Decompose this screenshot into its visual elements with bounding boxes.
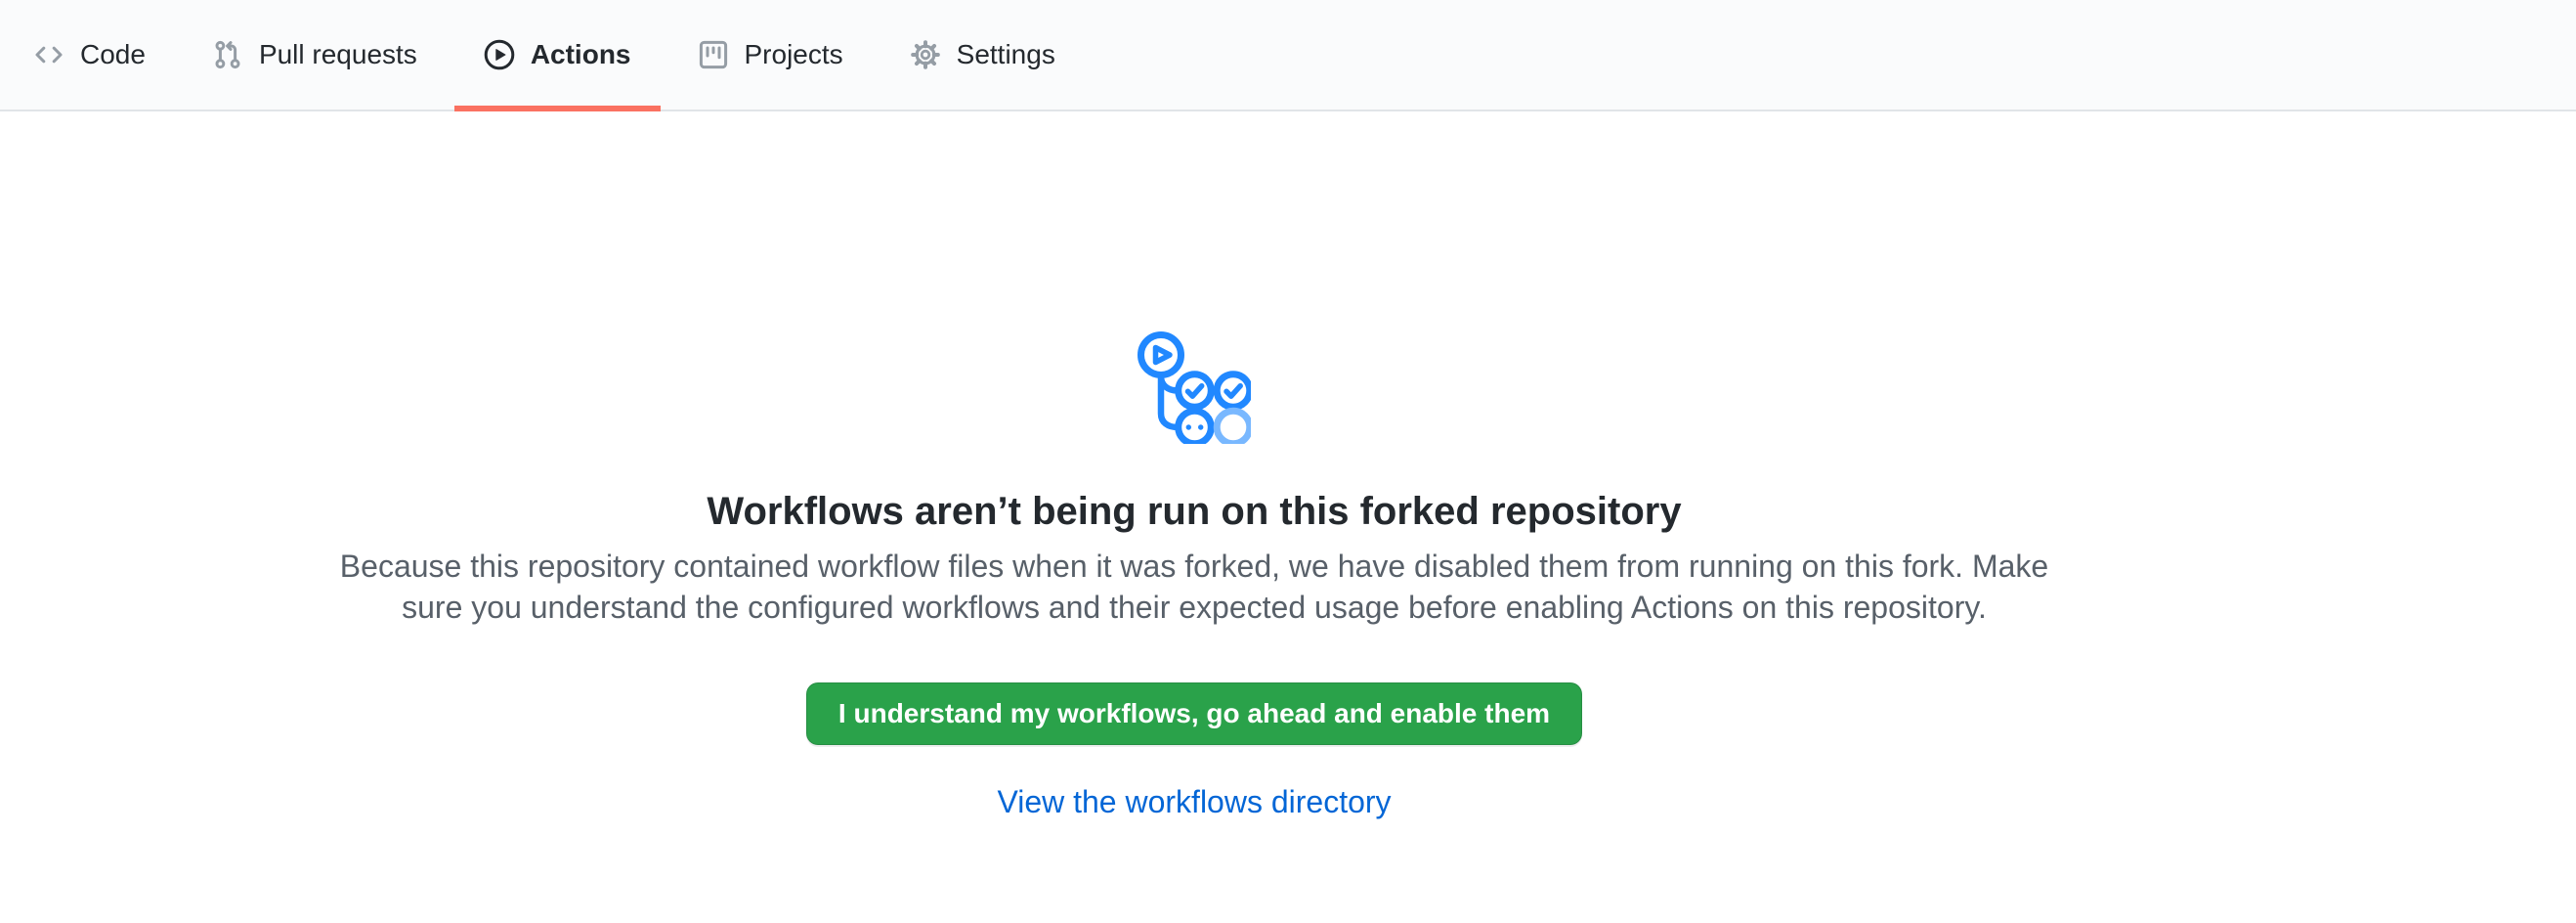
actions-disabled-empty-state: Workflows aren’t being run on this forke… bbox=[0, 111, 2576, 819]
tab-pull-requests-label: Pull requests bbox=[259, 41, 417, 68]
tab-projects-label: Projects bbox=[745, 41, 843, 68]
tab-pull-requests[interactable]: Pull requests bbox=[183, 0, 447, 110]
tab-actions-label: Actions bbox=[531, 41, 631, 68]
tab-code[interactable]: Code bbox=[4, 0, 175, 110]
empty-state-description: Because this repository contained workfl… bbox=[324, 546, 2064, 628]
project-board-icon bbox=[698, 39, 729, 70]
tab-projects[interactable]: Projects bbox=[668, 0, 873, 110]
play-circle-icon bbox=[484, 39, 515, 70]
tab-settings[interactable]: Settings bbox=[880, 0, 1085, 110]
code-icon bbox=[33, 39, 64, 70]
tab-settings-label: Settings bbox=[957, 41, 1055, 68]
tab-code-label: Code bbox=[80, 41, 146, 68]
enable-workflows-button[interactable]: I understand my workflows, go ahead and … bbox=[806, 682, 1582, 745]
gear-icon bbox=[910, 39, 941, 70]
view-workflows-directory-link[interactable]: View the workflows directory bbox=[997, 784, 1391, 819]
git-pull-request-icon bbox=[212, 39, 243, 70]
empty-state-title: Workflows aren’t being run on this forke… bbox=[707, 487, 1681, 536]
workflow-graph-icon bbox=[1138, 330, 1251, 444]
repo-tab-bar: Code Pull requests Actions bbox=[0, 0, 2576, 111]
tab-actions[interactable]: Actions bbox=[454, 0, 661, 110]
